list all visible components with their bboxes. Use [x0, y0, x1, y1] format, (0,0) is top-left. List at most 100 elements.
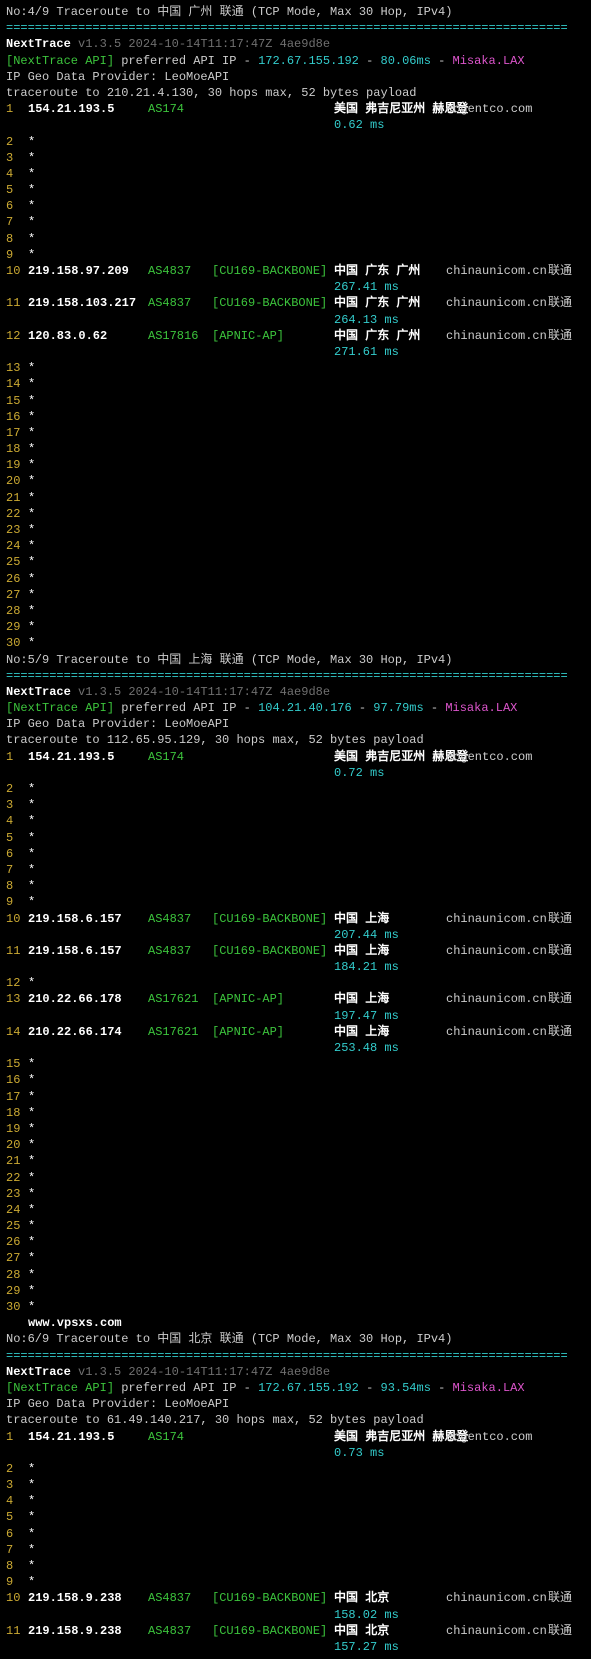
hop-star: * [28, 214, 35, 230]
hop-number: 11 [6, 943, 28, 959]
hop-latency: 157.27 ms [334, 1640, 399, 1654]
hop-star: * [28, 1250, 35, 1266]
hop-star: * [28, 781, 35, 797]
hop-row: 22* [6, 506, 585, 522]
hop-row: 24* [6, 1202, 585, 1218]
hop-star: * [28, 894, 35, 910]
hop-number: 9 [6, 1574, 28, 1590]
hop-number: 12 [6, 975, 28, 991]
hop-asn: AS174 [148, 749, 212, 765]
hop-row: 3* [6, 797, 585, 813]
hop-number: 6 [6, 198, 28, 214]
hop-row: 23* [6, 522, 585, 538]
hop-asn: AS17816 [148, 328, 212, 344]
hop-domain: cogentco.com [446, 749, 548, 765]
hop-number: 7 [6, 1542, 28, 1558]
sep: - [352, 701, 374, 715]
hop-domain: chinaunicom.cn [446, 295, 548, 311]
hop-row: 27* [6, 1250, 585, 1266]
hop-network [212, 749, 334, 765]
hop-row: 29* [6, 1283, 585, 1299]
hop-number: 16 [6, 1072, 28, 1088]
hop-latency: 0.73 ms [334, 1446, 384, 1460]
traceroute-line: traceroute to 112.65.95.129, 30 hops max… [6, 732, 585, 748]
terminal-output: No:4/9 Traceroute to 中国 广州 联通 (TCP Mode,… [6, 4, 585, 1655]
hop-star: * [28, 473, 35, 489]
hop-number: 29 [6, 619, 28, 635]
hop-isp: 联通 [548, 263, 572, 279]
divider-line: ========================================… [6, 1348, 585, 1364]
hop-row: 30* [6, 1299, 585, 1315]
hop-asn: AS174 [148, 101, 212, 117]
hop-number: 10 [6, 1590, 28, 1606]
hop-star: * [28, 1137, 35, 1153]
hop-star: * [28, 975, 35, 991]
hop-latency: 207.44 ms [334, 928, 399, 942]
hop-isp: 联通 [548, 295, 572, 311]
nexttrace-label: NextTrace [6, 685, 71, 699]
hop-row: 3* [6, 1477, 585, 1493]
hop-asn: AS4837 [148, 263, 212, 279]
hop-number: 14 [6, 376, 28, 392]
hop-number: 1 [6, 749, 28, 765]
hop-number: 13 [6, 991, 28, 1007]
hop-number: 9 [6, 894, 28, 910]
sep: - [359, 54, 381, 68]
hop-star: * [28, 1186, 35, 1202]
hop-latency: 267.41 ms [334, 280, 399, 294]
hop-star: * [28, 1461, 35, 1477]
sep: - [431, 54, 453, 68]
hop-isp: 联通 [548, 991, 572, 1007]
hop-number: 27 [6, 1250, 28, 1266]
hop-number: 26 [6, 1234, 28, 1250]
hop-star: * [28, 166, 35, 182]
hop-number: 6 [6, 1526, 28, 1542]
hop-latency: 271.61 ms [334, 345, 399, 359]
hop-star: * [28, 376, 35, 392]
hop-number: 23 [6, 1186, 28, 1202]
hop-row: 10219.158.9.238AS4837[CU169-BACKBONE]中国 … [6, 1590, 585, 1606]
hop-number: 18 [6, 441, 28, 457]
hop-row: 2* [6, 1461, 585, 1477]
hop-domain: chinaunicom.cn [446, 1623, 548, 1639]
hop-star: * [28, 134, 35, 150]
hop-number: 8 [6, 231, 28, 247]
hop-star: * [28, 1299, 35, 1315]
hop-network: [CU169-BACKBONE] [212, 263, 334, 279]
hop-row: 5* [6, 1509, 585, 1525]
hop-star: * [28, 1105, 35, 1121]
hop-row: 18* [6, 441, 585, 457]
hop-number: 17 [6, 1089, 28, 1105]
hop-domain: chinaunicom.cn [446, 1024, 548, 1040]
hop-location: 美国 弗吉尼亚州 赫恩登 [334, 1429, 446, 1445]
api-tag: [NextTrace API] [6, 1381, 114, 1395]
hop-isp: 联通 [548, 1623, 572, 1639]
hop-asn: AS4837 [148, 911, 212, 927]
hop-star: * [28, 1267, 35, 1283]
hop-row: 19* [6, 1121, 585, 1137]
hop-number: 21 [6, 490, 28, 506]
hop-row: 17* [6, 425, 585, 441]
hop-location: 中国 上海 [334, 943, 446, 959]
hop-star: * [28, 457, 35, 473]
traceroute-line: traceroute to 210.21.4.130, 30 hops max,… [6, 85, 585, 101]
hop-number: 6 [6, 846, 28, 862]
nexttrace-label: NextTrace [6, 1365, 71, 1379]
hop-number: 8 [6, 878, 28, 894]
hop-star: * [28, 490, 35, 506]
hop-latency: 197.47 ms [334, 1009, 399, 1023]
hop-row: 29* [6, 619, 585, 635]
hop-isp: 联通 [548, 1024, 572, 1040]
hop-number: 16 [6, 409, 28, 425]
hop-domain: chinaunicom.cn [446, 328, 548, 344]
hop-star: * [28, 862, 35, 878]
hop-row: 24* [6, 538, 585, 554]
api-text: preferred API IP - [114, 1381, 258, 1395]
api-line: [NextTrace API] preferred API IP - 172.6… [6, 1380, 585, 1396]
hop-latency: 264.13 ms [334, 313, 399, 327]
hop-star: * [28, 522, 35, 538]
hop-domain: cogentco.com [446, 101, 548, 117]
hop-row: 8* [6, 878, 585, 894]
hop-row: 9* [6, 894, 585, 910]
hop-number: 21 [6, 1153, 28, 1169]
